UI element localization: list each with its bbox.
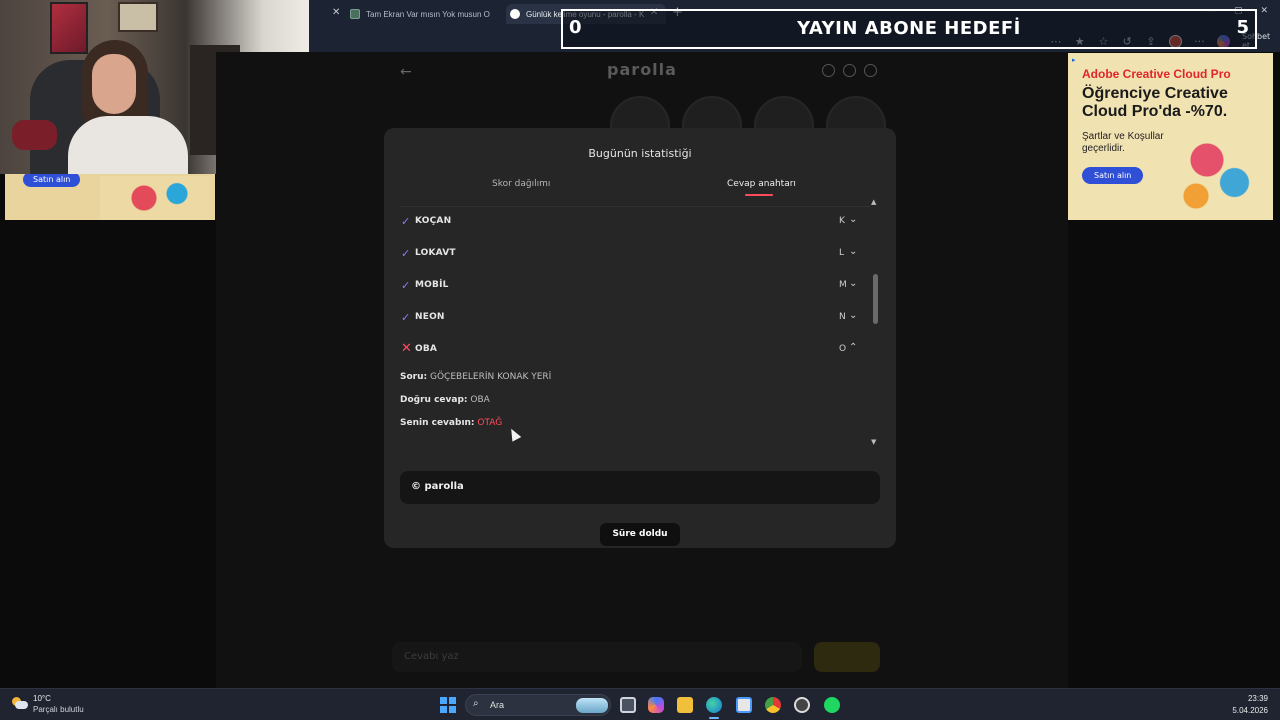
check-icon: ✓ [401, 279, 411, 292]
file-explorer-icon[interactable] [677, 697, 693, 713]
answer-letter: L [839, 248, 845, 258]
answer-letter: N [839, 312, 846, 322]
your-label: Senin cevabın: [400, 418, 475, 428]
chrome-icon[interactable] [765, 697, 781, 713]
cam-body [68, 116, 188, 174]
cross-icon: ✕ [401, 341, 412, 356]
search-icon: ⌕ [473, 698, 479, 709]
scroll-up-icon[interactable]: ▲ [871, 198, 876, 206]
check-icon: ✓ [401, 215, 411, 228]
browser-tab-1[interactable]: Tam Ekran Var mısın Yok musun O [350, 4, 490, 24]
taskbar: 10°C Parçalı bulutlu ⌕ Ara 23:39 5.04.20… [0, 688, 1280, 720]
ad-choices-icon[interactable]: ▸ [1072, 56, 1082, 66]
goal-title: YAYIN ABONE HEDEFİ [797, 18, 1021, 39]
close-icon[interactable]: ✕ [1260, 6, 1268, 16]
answer-letter: K [839, 216, 845, 226]
ad-headline: Öğrenciye Creative Cloud Pro'da -%70. [1082, 85, 1228, 120]
answer-row[interactable]: ✓ LOKAVT L ⌄ [400, 242, 860, 266]
weather-desc[interactable]: Parçalı bulutlu [33, 705, 84, 714]
correct-label: Doğru cevap: [400, 395, 468, 405]
tab-answer-key[interactable]: Cevap anahtarı [727, 179, 796, 189]
question-detail: Soru: GÖÇEBELERİN KONAK YERİ [400, 372, 551, 382]
copyright-box: © parolla [400, 471, 880, 504]
weather-icon[interactable] [12, 697, 28, 711]
ad-art [100, 176, 210, 220]
ad-left[interactable]: Satın alın [5, 174, 215, 220]
weather-temp[interactable]: 10°C [33, 694, 51, 703]
search-highlight-icon [576, 698, 608, 713]
answer-letter: O [839, 344, 847, 354]
info-icon[interactable] [822, 64, 835, 77]
your-answer: OTAĞ [477, 418, 503, 428]
ad-art [1163, 133, 1273, 220]
your-answer-detail: Senin cevabın: OTAĞ [400, 418, 502, 428]
divider [400, 206, 870, 207]
stats-modal: Bugünün istatistiği Skor dağılımı Cevap … [384, 128, 896, 548]
copilot-icon[interactable] [648, 697, 664, 713]
active-app-indicator [709, 717, 719, 719]
stats-icon[interactable] [843, 64, 856, 77]
active-tab-indicator [745, 194, 773, 196]
close-icon[interactable]: ✕ [332, 7, 340, 18]
answer-word: LOKAVT [415, 248, 456, 258]
time-up-button[interactable]: Süre doldu [600, 523, 680, 546]
search-label: Ara [490, 700, 505, 710]
scrollbar-thumb[interactable] [873, 274, 878, 324]
correct-answer-detail: Doğru cevap: OBA [400, 395, 490, 405]
submit-button[interactable] [814, 642, 880, 672]
ad-buy-button[interactable]: Satın alın [1082, 167, 1144, 184]
ad-brand: Adobe Creative Cloud Pro [1082, 67, 1231, 81]
answer-letter: M [839, 280, 847, 290]
chevron-down-icon[interactable]: ⌄ [849, 214, 857, 225]
profile-icon[interactable] [864, 64, 877, 77]
question-label: Soru: [400, 372, 428, 382]
chevron-down-icon[interactable]: ⌄ [849, 246, 857, 257]
answer-word: OBA [415, 344, 438, 354]
game-header-icons [822, 64, 877, 77]
question-text: GÖÇEBELERİN KONAK YERİ [430, 372, 552, 382]
chevron-down-icon[interactable]: ⌄ [849, 310, 857, 321]
game-title: parolla [607, 60, 677, 79]
store-icon[interactable] [736, 697, 752, 713]
streamer [68, 40, 188, 174]
favicon-icon [350, 9, 360, 19]
chevron-down-icon[interactable]: ⌄ [849, 278, 857, 289]
answer-row[interactable]: ✓ NEON N ⌄ [400, 306, 860, 330]
task-view-icon[interactable] [620, 697, 636, 713]
ad-right[interactable]: ▸ Adobe Creative Cloud Pro Öğrenciye Cre… [1068, 53, 1273, 220]
subscriber-goal-overlay: 0 YAYIN ABONE HEDEFİ 5 [561, 9, 1257, 49]
edge-icon[interactable] [706, 697, 722, 713]
answer-word: NEON [415, 312, 445, 322]
goal-target: 5 [1236, 17, 1249, 38]
answer-list: ✓ KOÇAN K ⌄ ✓ LOKAVT L ⌄ ✓ MOBİL M ⌄ ✓ N… [400, 208, 862, 444]
obs-icon[interactable] [794, 697, 810, 713]
answer-word: KOÇAN [415, 216, 452, 226]
answer-row-expanded[interactable]: ✕ OBA O ⌃ [400, 338, 860, 362]
start-button[interactable] [440, 697, 456, 713]
taskbar-search[interactable]: ⌕ Ara [465, 694, 611, 716]
ad-buy-button[interactable]: Satın alın [23, 174, 81, 187]
tab-score-distribution[interactable]: Skor dağılımı [492, 179, 550, 189]
answer-row[interactable]: ✓ MOBİL M ⌄ [400, 274, 860, 298]
clock-date[interactable]: 5.04.2026 [1222, 706, 1268, 715]
check-icon: ✓ [401, 311, 411, 324]
cam-frame [118, 2, 158, 32]
chevron-up-icon[interactable]: ⌃ [849, 342, 857, 353]
copyright-text: © parolla [411, 481, 464, 492]
spotify-icon[interactable] [824, 697, 840, 713]
cam-pillow [12, 120, 57, 150]
check-icon: ✓ [401, 247, 411, 260]
favicon-icon [510, 9, 520, 19]
correct-answer: OBA [470, 395, 490, 405]
answer-input[interactable]: Cevabı yaz [392, 642, 802, 672]
answer-word: MOBİL [415, 280, 449, 290]
answer-row[interactable]: ✓ KOÇAN K ⌄ [400, 210, 860, 234]
clock-time[interactable]: 23:39 [1234, 694, 1268, 703]
modal-title: Bugünün istatistiği [588, 147, 692, 160]
cam-face [92, 54, 136, 114]
tab-label: Tam Ekran Var mısın Yok musun O [366, 9, 490, 19]
scroll-down-icon[interactable]: ▼ [871, 438, 876, 446]
